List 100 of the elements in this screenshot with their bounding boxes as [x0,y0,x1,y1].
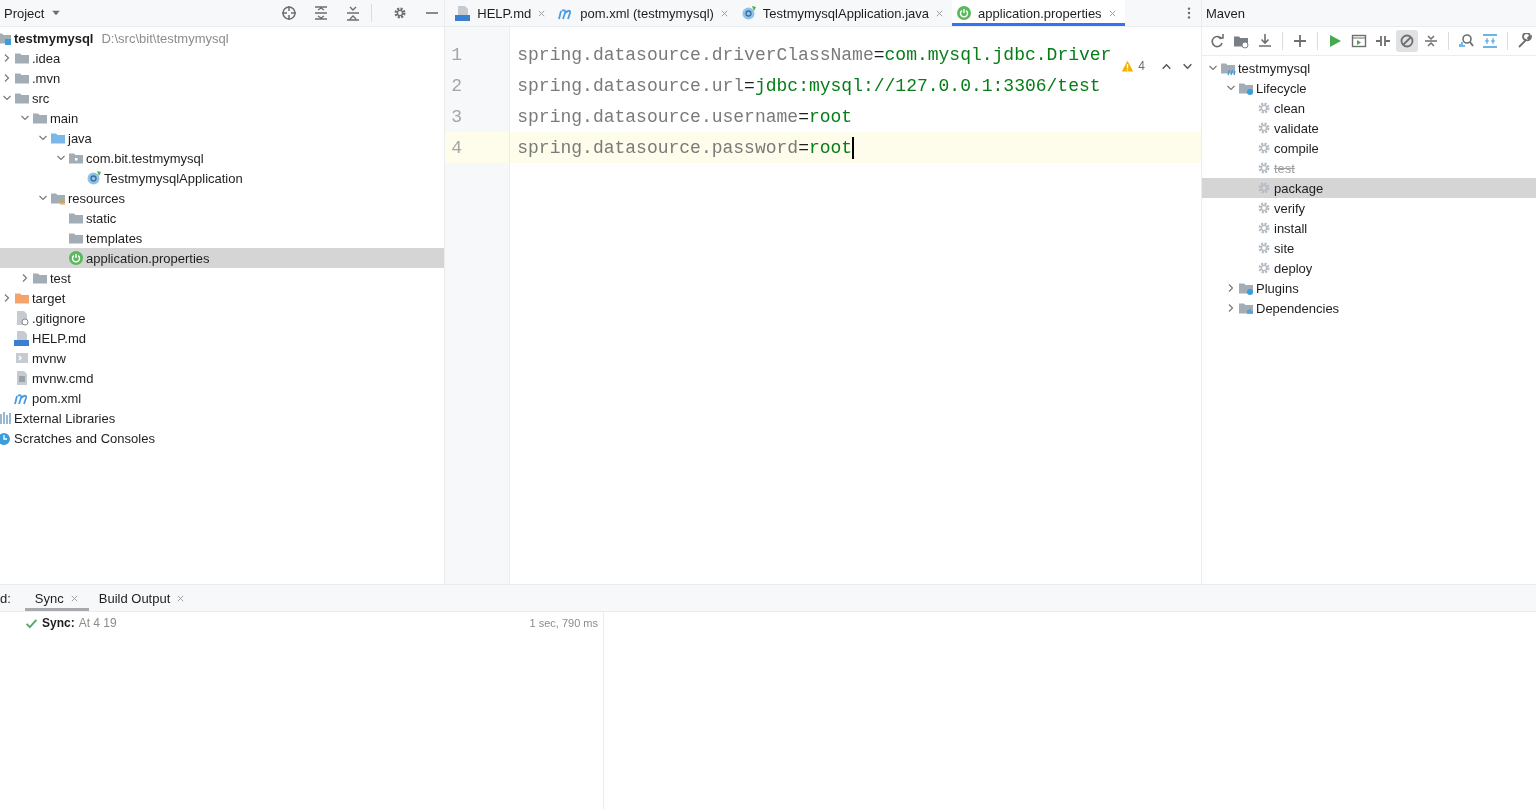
gear-icon [1256,160,1272,176]
chevron-right-icon[interactable] [2,53,12,63]
warning-icon[interactable] [1121,59,1135,73]
expand-all-icon[interactable] [313,5,330,21]
diagram-icon [1482,33,1498,49]
tree-item[interactable]: target [0,288,445,308]
tree-item[interactable]: compile [1202,138,1536,158]
tree-item[interactable]: java [0,128,445,148]
chevron-down-icon[interactable] [1226,83,1236,93]
tree-item[interactable]: testmymysql [1202,58,1536,78]
item-label: Plugins [1256,280,1299,296]
close-icon[interactable] [935,8,945,18]
tool-tab[interactable]: Build Output [88,585,196,611]
tree-item[interactable]: clean [1202,98,1536,118]
close-icon[interactable] [1107,8,1117,18]
editor-tab[interactable]: HELP.md [451,0,555,26]
chevron-down-icon[interactable] [38,133,48,143]
tree-item[interactable]: pom.xml [0,388,445,408]
gear-icon [1256,260,1272,276]
chevron-right-icon[interactable] [2,293,12,303]
tree-item[interactable]: main [0,108,445,128]
item-label: java [68,130,92,146]
gear-icon [1256,100,1272,116]
item-label: testmymysql [14,30,94,46]
library-icon [0,410,12,426]
item-label: install [1274,220,1308,236]
tree-item[interactable]: static [0,208,445,228]
code-line: spring.datasource.url=jdbc:mysql://127.0.0.1:3306/test [516,75,1101,96]
chevron-down-icon[interactable] [56,153,66,163]
wrench-icon [1517,33,1533,49]
item-label: verify [1274,200,1306,216]
tree-item[interactable]: .idea [0,48,445,68]
chevron-down-icon[interactable] [38,193,48,203]
item-label: static [86,210,117,226]
chevron-right-icon[interactable] [2,73,12,83]
tree-item[interactable]: mvnw.cmd [0,368,445,388]
editor-tab[interactable]: TestmymysqlApplication.java [736,0,953,26]
close-icon[interactable] [537,8,547,18]
tree-item[interactable]: deploy [1202,258,1536,278]
tree-item[interactable]: package [1202,178,1536,198]
tree-item[interactable]: mvnw [0,348,445,368]
tree-item[interactable]: verify [1202,198,1536,218]
item-label: HELP.md [32,330,86,346]
close-icon[interactable] [719,8,729,18]
close-icon[interactable] [69,593,79,603]
item-label: package [1274,180,1324,196]
code-line: spring.datasource.username=root [516,106,853,127]
tree-item[interactable]: application.properties [0,248,445,268]
chevron-down-icon[interactable] [1208,63,1218,73]
chevron-right-icon[interactable] [1226,303,1236,313]
reload-icon [1209,33,1225,49]
tree-item[interactable]: TestmymysqlApplication [0,168,445,188]
toolbar-button[interactable] [1396,30,1418,52]
tree-item[interactable]: testmymysql D:\src\bit\testmymysql [0,28,445,48]
editor-tab[interactable]: application.properties [952,0,1125,26]
warning-count[interactable]: 4 [1138,59,1145,73]
tree-item[interactable]: .mvn [0,68,445,88]
tree-item[interactable]: Scratches and Consoles [0,428,445,448]
tree-item[interactable]: HELP.md [0,328,445,348]
collapse-all-icon[interactable] [345,5,362,21]
crosshair-icon[interactable] [281,5,298,21]
editor-tab[interactable]: pom.xml (testmymysql) [554,0,737,26]
chevron-right-icon[interactable] [1226,283,1236,293]
tree-item[interactable]: com.bit.testmymysql [0,148,445,168]
entry-detail: At 4 19 [78,616,117,630]
tree-item[interactable]: Plugins [1202,278,1536,298]
tree-item[interactable]: install [1202,218,1536,238]
chevron-right-icon[interactable] [20,273,30,283]
tree-item[interactable]: src [0,88,445,108]
tree-item[interactable]: Dependencies [1202,298,1536,318]
entry-title: Sync: [42,616,75,630]
analyze-icon [1458,33,1474,49]
tree-item[interactable]: validate [1202,118,1536,138]
power-icon [68,250,84,266]
tree-item[interactable]: .gitignore [0,308,445,328]
chevron-down-icon[interactable] [2,93,12,103]
panel-title[interactable]: Project [4,5,45,21]
file-icon [14,310,30,326]
tree-item[interactable]: resources [0,188,445,208]
path-hint: D:\src\bit\testmymysql [101,30,229,46]
item-label: resources [68,190,126,206]
terminal-icon [14,350,30,366]
tree-item[interactable]: External Libraries [0,408,445,428]
item-label: External Libraries [14,410,116,426]
item-label: target [32,290,66,306]
item-label: application.properties [86,250,210,266]
class-icon [740,5,757,21]
item-label: validate [1274,120,1319,136]
class-icon [86,170,102,186]
tree-item[interactable]: templates [0,228,445,248]
tree-item[interactable]: Lifecycle [1202,78,1536,98]
tool-tab[interactable]: Sync [24,585,89,611]
tree-item[interactable]: test [0,268,445,288]
chevron-down-icon[interactable] [20,113,30,123]
window-icon [1351,33,1367,49]
item-label: test [1274,160,1295,176]
more-icon[interactable] [1187,6,1191,20]
close-icon[interactable] [176,593,186,603]
tree-item[interactable]: site [1202,238,1536,258]
file-icon [14,330,30,346]
